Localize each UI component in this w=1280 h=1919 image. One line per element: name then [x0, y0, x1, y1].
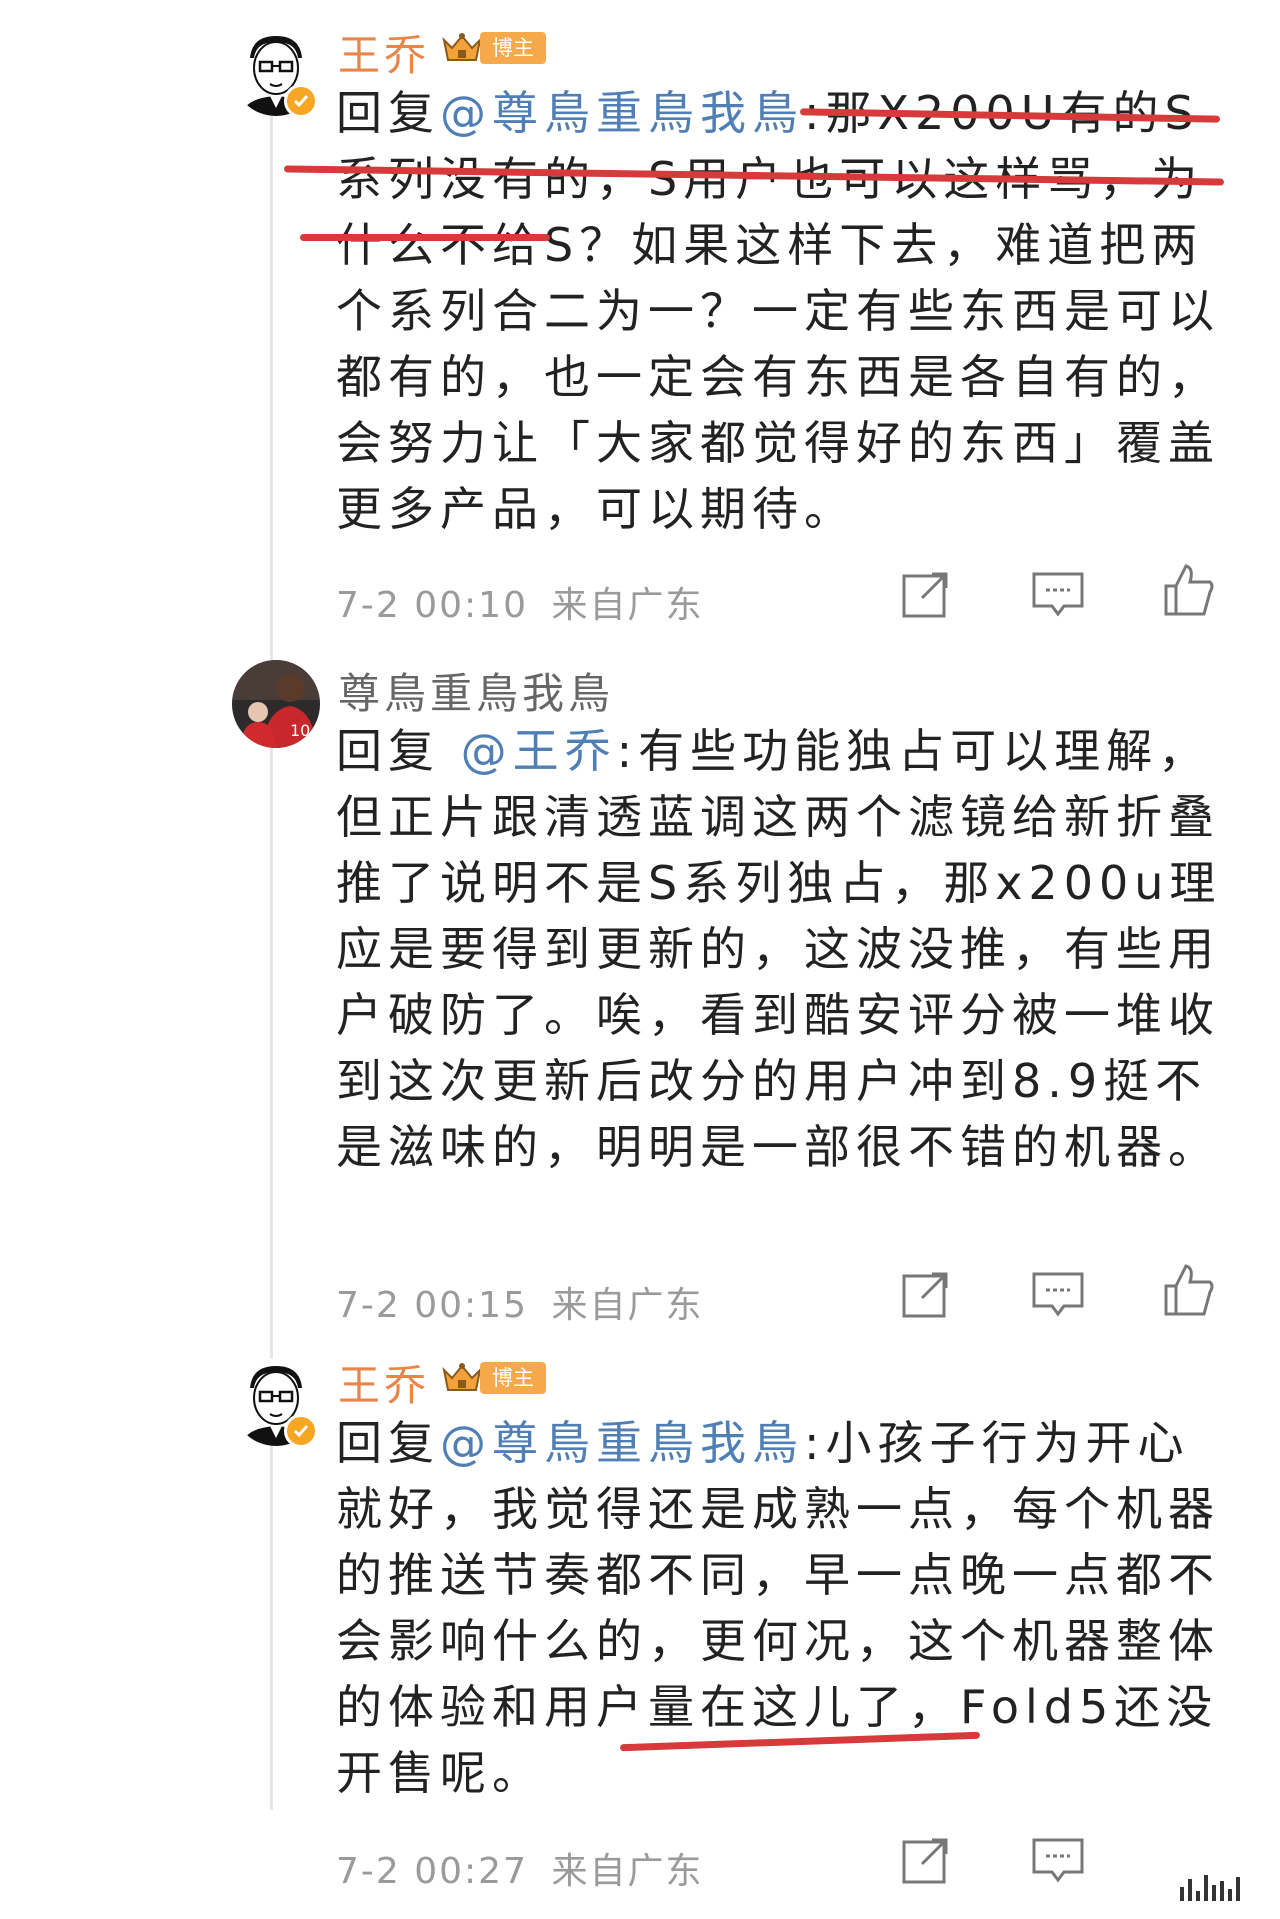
- comment-icon: [1032, 572, 1084, 617]
- comment-button[interactable]: [1030, 1266, 1086, 1322]
- comment-meta: 7-2 00:10 来自广东: [336, 576, 703, 628]
- timestamp: 7-2 00:15: [336, 1285, 528, 1326]
- share-icon: [902, 1272, 948, 1318]
- share-button[interactable]: [898, 566, 954, 622]
- blogger-badge: 博主: [440, 1360, 546, 1396]
- location: 来自广东: [551, 1851, 704, 1892]
- timestamp: 7-2 00:10: [336, 585, 528, 626]
- watermark: [1180, 1875, 1240, 1901]
- highlight-underline: [300, 234, 550, 241]
- comment-body: :那X200U有的S系列没有的，S用户也可以这样骂，为什么不给S？如果这样下去，…: [336, 86, 1220, 536]
- thread-line: [270, 110, 273, 1810]
- share-icon: [902, 572, 948, 618]
- verified-icon: [284, 1414, 318, 1448]
- comment-text: 回复@尊鳥重鳥我鳥:那X200U有的S系列没有的，S用户也可以这样骂，为什么不给…: [336, 80, 1236, 542]
- mention-link[interactable]: @尊鳥重鳥我鳥: [440, 86, 804, 140]
- like-button[interactable]: [1160, 1262, 1216, 1318]
- badge-label: 博主: [480, 32, 546, 64]
- crown-icon: [442, 33, 482, 61]
- blogger-badge: 博主: [440, 30, 546, 66]
- reply-prefix: 回复: [336, 86, 440, 140]
- comment-text: 回复 @王乔:有些功能独占可以理解，但正片跟清透蓝调这两个滤镜给新折叠推了说明不…: [336, 718, 1236, 1180]
- username[interactable]: 尊鳥重鳥我鳥: [338, 660, 614, 721]
- badge-label: 博主: [480, 1362, 546, 1394]
- share-button[interactable]: [898, 1832, 954, 1888]
- avatar[interactable]: 10: [232, 660, 320, 748]
- share-button[interactable]: [898, 1266, 954, 1322]
- timestamp: 7-2 00:27: [336, 1851, 528, 1892]
- comment-text: 回复@尊鳥重鳥我鳥:小孩子行为开心就好，我觉得还是成熟一点，每个机器的推送节奏都…: [336, 1410, 1236, 1806]
- username[interactable]: 王乔: [338, 1352, 430, 1413]
- mention-link[interactable]: @王乔: [461, 724, 617, 778]
- mention-link[interactable]: @尊鳥重鳥我鳥: [440, 1416, 804, 1470]
- like-icon: [1164, 564, 1214, 616]
- share-icon: [902, 1838, 948, 1884]
- username[interactable]: 王乔: [338, 22, 430, 83]
- like-icon: [1164, 1264, 1214, 1316]
- comment-meta: 7-2 00:27 来自广东: [336, 1842, 703, 1894]
- comment-meta: 7-2 00:15 来自广东: [336, 1276, 703, 1328]
- comment-body: :有些功能独占可以理解，但正片跟清透蓝调这两个滤镜给新折叠推了说明不是S系列独占…: [336, 724, 1222, 1174]
- reply-prefix: 回复: [336, 1416, 440, 1470]
- comment-button[interactable]: [1030, 566, 1086, 622]
- comment-button[interactable]: [1030, 1832, 1086, 1888]
- location: 来自广东: [551, 585, 704, 626]
- comment-icon: [1032, 1838, 1084, 1883]
- like-button[interactable]: [1160, 562, 1216, 618]
- crown-icon: [442, 1363, 482, 1391]
- location: 来自广东: [551, 1285, 704, 1326]
- verified-icon: [284, 84, 318, 118]
- svg-text:10: 10: [290, 721, 310, 740]
- comment-icon: [1032, 1272, 1084, 1317]
- reply-prefix: 回复: [336, 724, 461, 778]
- avatar-photo-icon: 10: [232, 660, 320, 748]
